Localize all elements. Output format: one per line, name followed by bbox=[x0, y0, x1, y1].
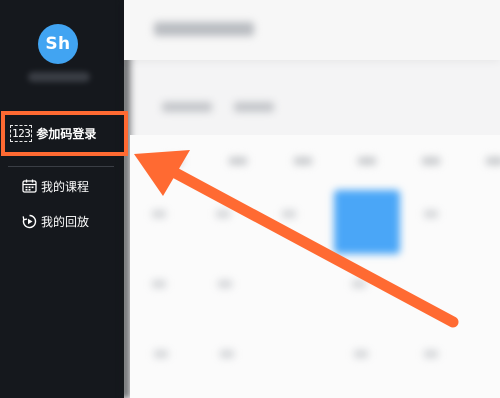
sidebar-divider bbox=[8, 166, 114, 167]
weekday-header bbox=[294, 157, 312, 165]
weekday-header bbox=[164, 157, 182, 165]
weekday-header bbox=[422, 157, 440, 165]
calendar-day[interactable] bbox=[152, 280, 166, 288]
toolbar-text-blurred bbox=[234, 102, 274, 112]
sidebar: Sh 123 参加码登录 我的课程 我的回放 bbox=[0, 0, 124, 398]
username-blurred bbox=[28, 72, 90, 82]
calendar-day[interactable] bbox=[218, 280, 232, 288]
toolbar-text-blurred bbox=[162, 102, 212, 112]
weekday-header bbox=[229, 157, 247, 165]
weekday-header bbox=[486, 157, 500, 165]
calendar-day[interactable] bbox=[216, 210, 230, 218]
weekday-header bbox=[358, 157, 376, 165]
avatar[interactable]: Sh bbox=[38, 24, 78, 64]
calendar-day[interactable] bbox=[282, 210, 296, 218]
sidebar-item-label: 我的回放 bbox=[41, 214, 90, 229]
calendar-day[interactable] bbox=[352, 280, 366, 288]
calendar-day[interactable] bbox=[424, 210, 438, 218]
main-content-blurred bbox=[124, 0, 500, 398]
avatar-initials: Sh bbox=[45, 34, 71, 54]
highlight-box bbox=[1, 111, 128, 156]
calendar-icon bbox=[22, 179, 37, 193]
calendar-day[interactable] bbox=[220, 350, 234, 358]
replay-icon bbox=[22, 214, 37, 229]
calendar-day[interactable] bbox=[154, 350, 168, 358]
calendar-today-cell[interactable] bbox=[334, 190, 400, 254]
calendar-day[interactable] bbox=[354, 350, 368, 358]
sidebar-item-my-replays[interactable]: 我的回放 bbox=[22, 212, 89, 230]
header-bar bbox=[124, 0, 500, 60]
calendar-day[interactable] bbox=[424, 350, 438, 358]
page-title-blurred bbox=[154, 22, 254, 36]
sidebar-item-my-courses[interactable]: 我的课程 bbox=[22, 177, 89, 195]
calendar-panel bbox=[130, 135, 500, 398]
calendar-day[interactable] bbox=[152, 210, 166, 218]
sidebar-item-label: 我的课程 bbox=[41, 179, 90, 194]
